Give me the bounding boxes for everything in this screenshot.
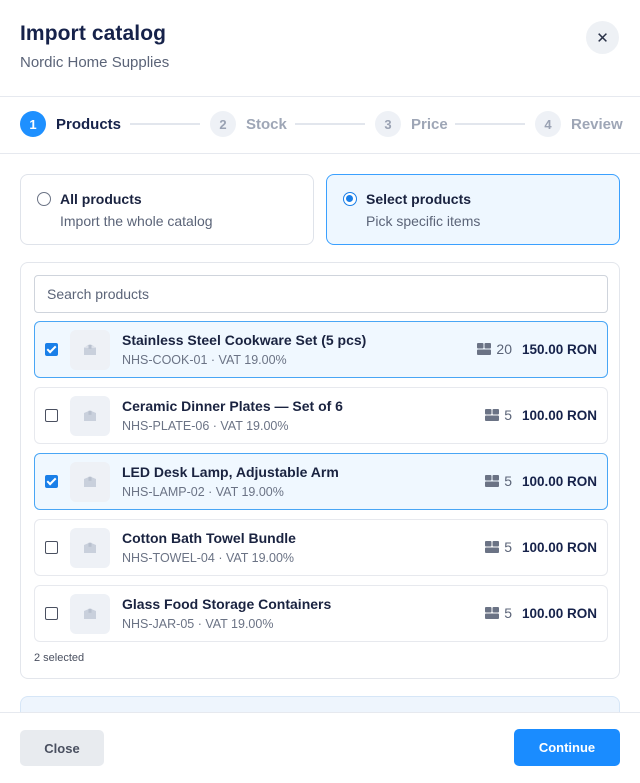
stock-count: 20 <box>477 341 512 357</box>
boxes-icon <box>485 409 500 421</box>
import-catalog-dialog: Import catalog Nordic Home Supplies ✕ 1 … <box>0 0 640 783</box>
product-price: 100.00 RON <box>521 474 597 489</box>
close-button[interactable]: Close <box>20 730 104 766</box>
step-label: Price <box>411 115 448 133</box>
stock-value: 5 <box>504 473 512 489</box>
product-price: 100.00 RON <box>521 606 597 621</box>
product-row[interactable]: Glass Food Storage Containers NHS-JAR-05… <box>34 585 608 642</box>
continue-button[interactable]: Continue <box>514 729 620 766</box>
step-number: 1 <box>20 111 46 137</box>
product-name: Cotton Bath Towel Bundle <box>122 530 296 546</box>
product-name: Ceramic Dinner Plates — Set of 6 <box>122 398 343 414</box>
stock-count: 5 <box>485 605 512 621</box>
step-number: 3 <box>375 111 401 137</box>
step-label: Products <box>56 115 122 133</box>
option-all-products[interactable]: All products Import the whole catalog <box>20 174 314 245</box>
step-label: Review <box>571 115 623 133</box>
product-row[interactable]: Ceramic Dinner Plates — Set of 6 NHS-PLA… <box>34 387 608 444</box>
step-review[interactable]: 4 Review <box>535 111 623 137</box>
product-price: 150.00 RON <box>521 342 597 357</box>
step-connector <box>130 123 200 125</box>
product-checkbox[interactable] <box>45 607 58 620</box>
stock-value: 5 <box>504 605 512 621</box>
dialog-footer: Close Continue <box>0 712 640 783</box>
radio-select-products[interactable] <box>343 192 357 206</box>
dialog-header: Import catalog Nordic Home Supplies ✕ <box>0 0 640 96</box>
stock-value: 5 <box>504 407 512 423</box>
box-icon <box>70 594 110 634</box>
product-list-panel: Stainless Steel Cookware Set (5 pcs) NHS… <box>20 262 620 679</box>
product-row[interactable]: LED Desk Lamp, Adjustable Arm NHS-LAMP-0… <box>34 453 608 510</box>
boxes-icon <box>477 343 492 355</box>
option-description: Pick specific items <box>366 213 481 229</box>
product-name: Glass Food Storage Containers <box>122 596 332 612</box>
stepper-divider <box>0 153 640 154</box>
dialog-subtitle: Nordic Home Supplies <box>20 54 170 71</box>
product-sku: NHS-COOK-01 · VAT 19.00% <box>122 353 287 367</box>
product-row[interactable]: Cotton Bath Towel Bundle NHS-TOWEL-04 · … <box>34 519 608 576</box>
box-icon <box>70 528 110 568</box>
product-sku: NHS-PLATE-06 · VAT 19.00% <box>122 419 289 433</box>
product-checkbox[interactable] <box>45 343 58 356</box>
option-title: Select products <box>366 191 472 207</box>
step-connector <box>455 123 525 125</box>
stepper: 1 Products 2 Stock 3 Price 4 Review <box>0 97 640 153</box>
stock-count: 5 <box>485 473 512 489</box>
step-number: 2 <box>210 111 236 137</box>
boxes-icon <box>485 607 500 619</box>
stock-value: 20 <box>496 341 512 357</box>
option-select-products[interactable]: Select products Pick specific items <box>326 174 620 245</box>
step-stock[interactable]: 2 Stock <box>210 111 287 137</box>
product-price: 100.00 RON <box>521 540 597 555</box>
selected-count: 2 selected <box>34 652 85 664</box>
product-name: LED Desk Lamp, Adjustable Arm <box>122 464 339 480</box>
stock-value: 5 <box>504 539 512 555</box>
search-input[interactable] <box>34 275 608 313</box>
product-sku: NHS-JAR-05 · VAT 19.00% <box>122 617 274 631</box>
boxes-icon <box>485 541 500 553</box>
product-price: 100.00 RON <box>521 408 597 423</box>
step-number: 4 <box>535 111 561 137</box>
stock-count: 5 <box>485 539 512 555</box>
box-icon <box>70 462 110 502</box>
option-title: All products <box>60 191 142 207</box>
stock-count: 5 <box>485 407 512 423</box>
step-connector <box>295 123 365 125</box>
step-label: Stock <box>246 115 287 133</box>
radio-all-products[interactable] <box>37 192 51 206</box>
product-row[interactable]: Stainless Steel Cookware Set (5 pcs) NHS… <box>34 321 608 378</box>
option-description: Import the whole catalog <box>60 213 213 229</box>
product-checkbox[interactable] <box>45 475 58 488</box>
product-sku: NHS-TOWEL-04 · VAT 19.00% <box>122 551 295 565</box>
box-icon <box>70 396 110 436</box>
product-checkbox[interactable] <box>45 409 58 422</box>
boxes-icon <box>485 475 500 487</box>
dialog-title: Import catalog <box>20 22 167 45</box>
product-checkbox[interactable] <box>45 541 58 554</box>
box-icon <box>70 330 110 370</box>
close-icon[interactable]: ✕ <box>586 21 619 54</box>
product-sku: NHS-LAMP-02 · VAT 19.00% <box>122 485 284 499</box>
step-price[interactable]: 3 Price <box>375 111 448 137</box>
product-name: Stainless Steel Cookware Set (5 pcs) <box>122 332 367 348</box>
step-products[interactable]: 1 Products <box>20 111 121 137</box>
